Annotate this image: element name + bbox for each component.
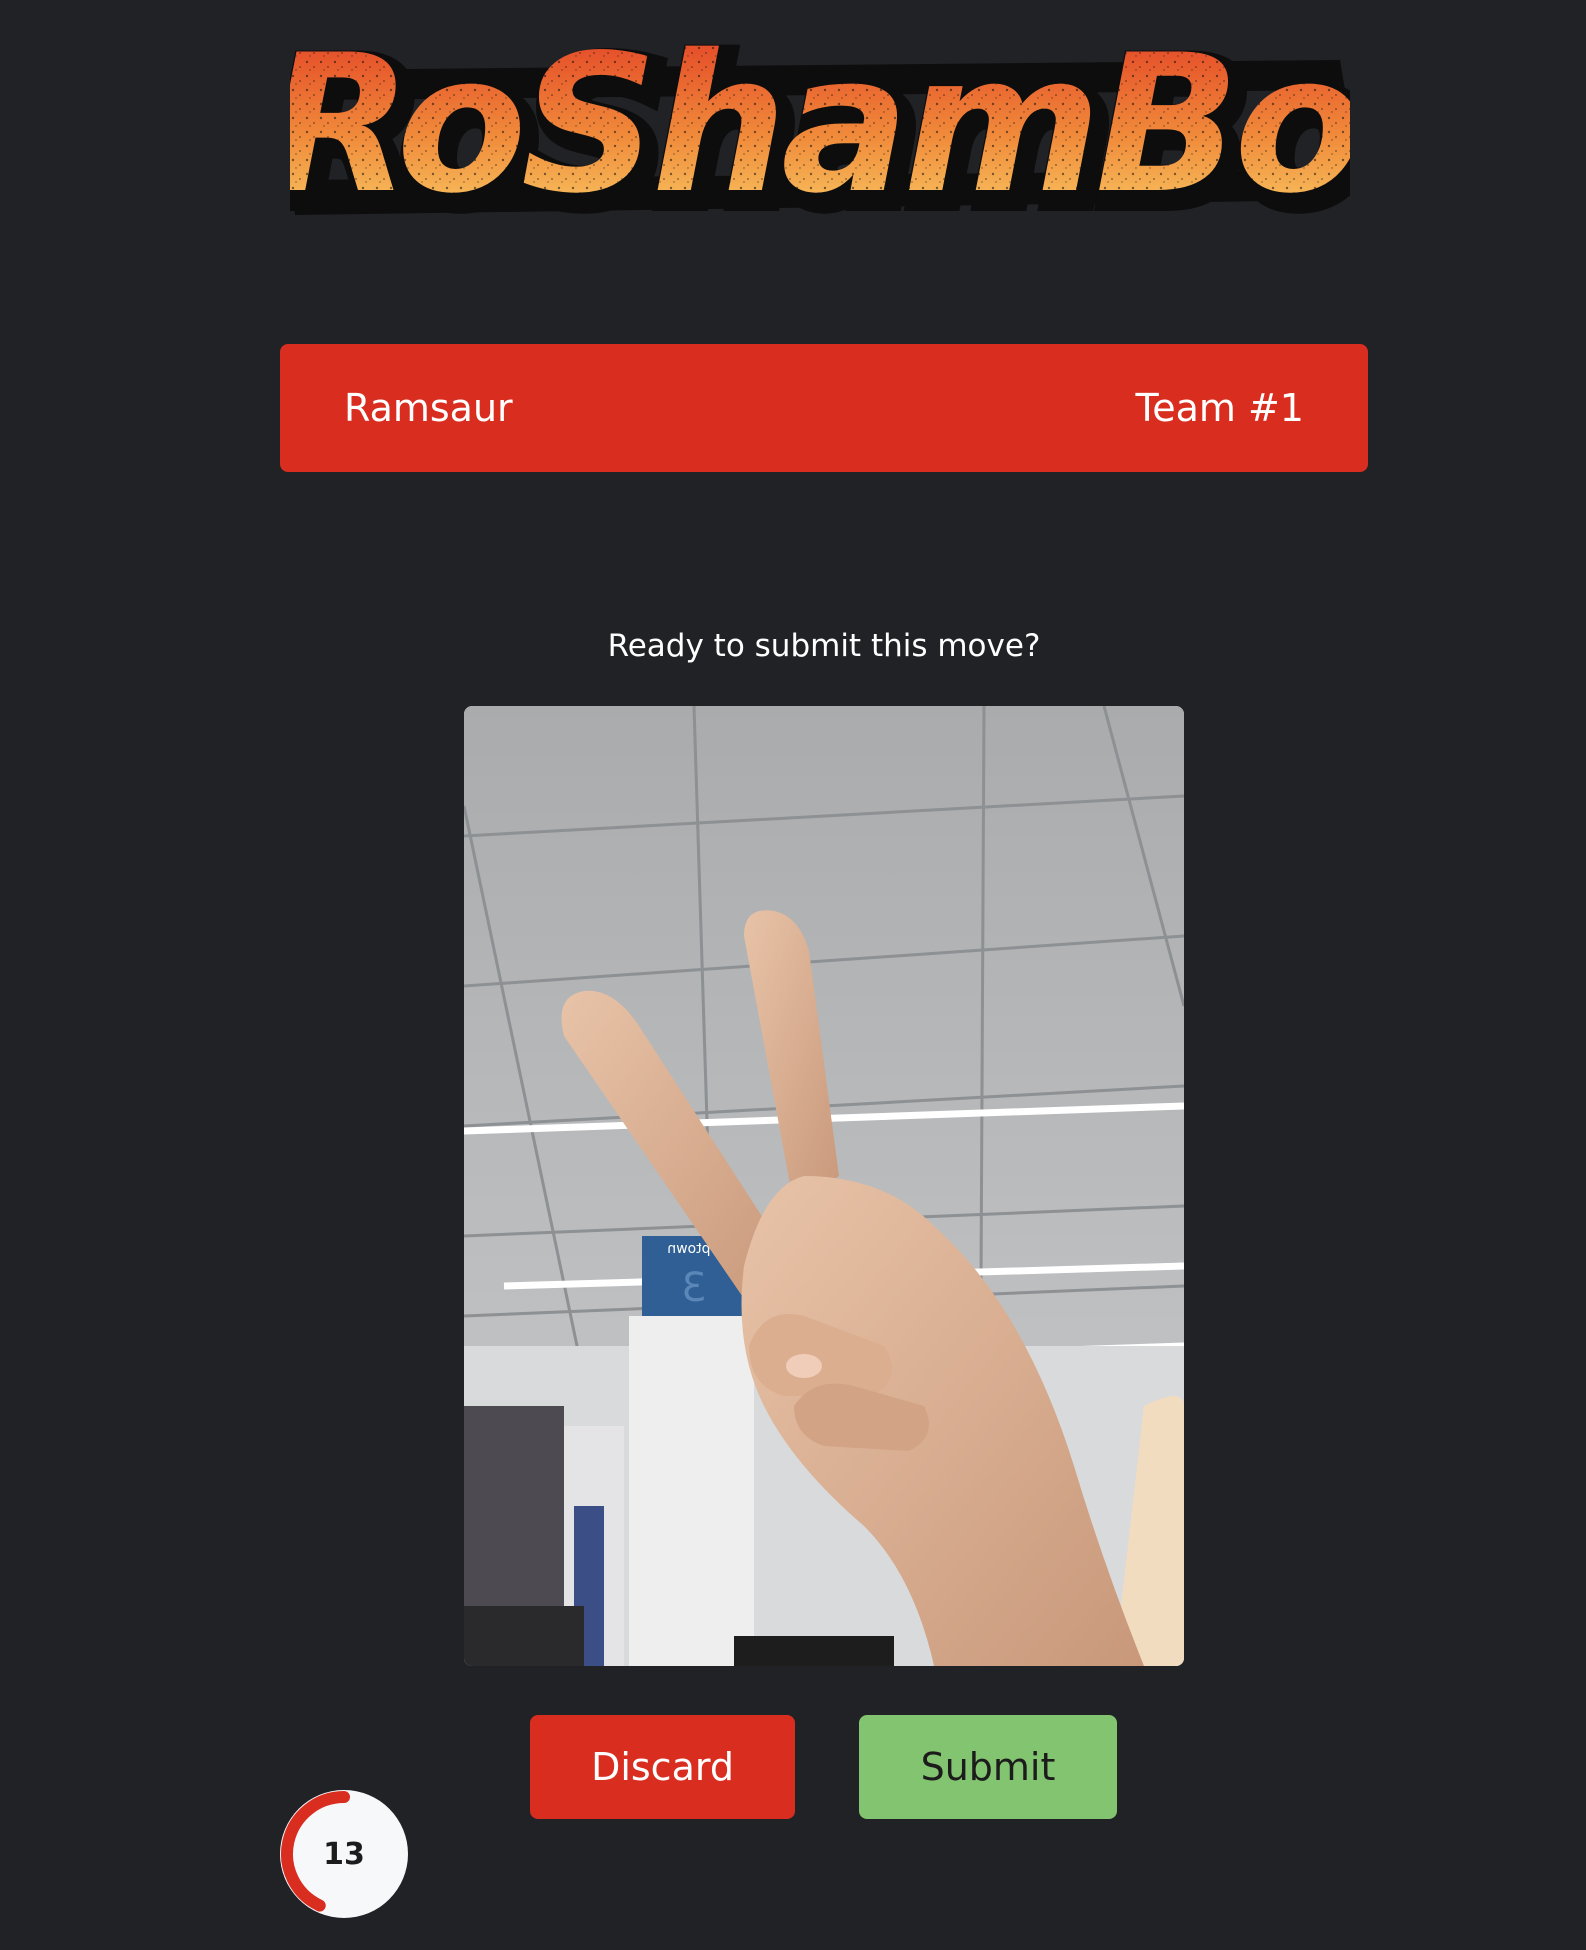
logo-text-texture: RoShamBo [290,30,1350,235]
discard-button[interactable]: Discard [530,1715,795,1819]
submit-prompt: Ready to submit this move? [607,628,1041,664]
roshambo-logo: RoShamBo RoShamBo RoShamBo [290,30,1350,240]
move-photo: Uptown 3 [464,706,1184,1666]
team-label: Team #1 [1135,386,1304,430]
timer-value: 13 [323,1836,365,1872]
page: RoShamBo RoShamBo RoShamBo Ramsaur Team … [0,0,1586,1950]
player-name: Ramsaur [344,386,513,430]
submit-button[interactable]: Submit [859,1715,1117,1819]
photo-sign-number: 3 [681,1265,706,1311]
countdown-timer: 13 [280,1790,408,1918]
player-bar: Ramsaur Team #1 [280,344,1368,472]
